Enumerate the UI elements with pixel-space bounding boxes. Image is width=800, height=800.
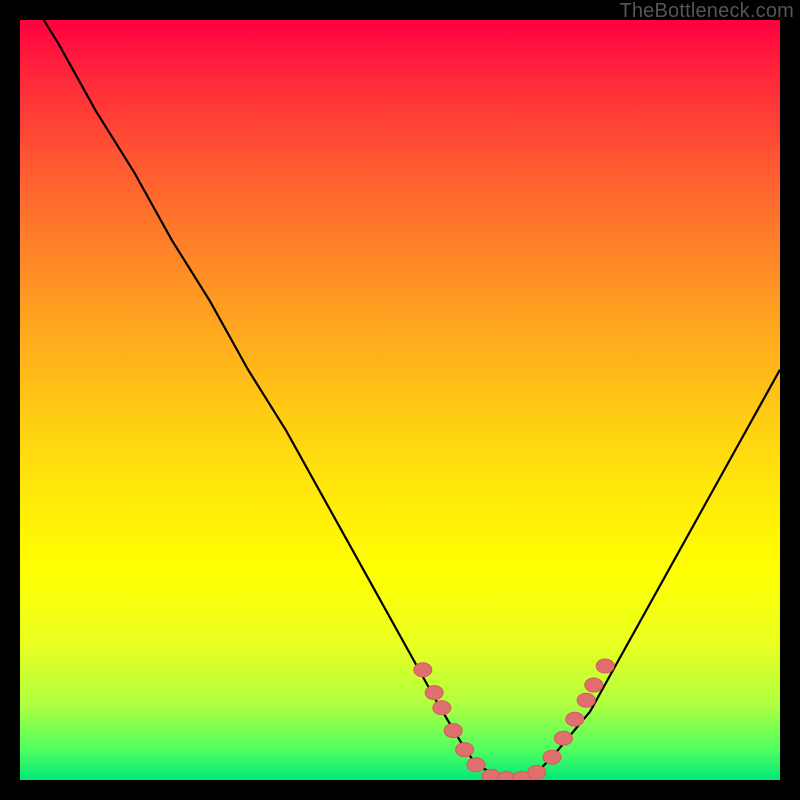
- curve-marker: [528, 765, 546, 779]
- curve-marker: [414, 663, 432, 677]
- plot-area: [20, 20, 780, 780]
- curve-markers: [414, 659, 614, 780]
- bottleneck-curve: [20, 20, 780, 780]
- curve-marker: [577, 693, 595, 707]
- curve-marker: [566, 712, 584, 726]
- curve-marker: [554, 731, 572, 745]
- curve-marker: [433, 701, 451, 715]
- curve-marker: [596, 659, 614, 673]
- curve-marker: [444, 724, 462, 738]
- curve-marker: [543, 750, 561, 764]
- curve-marker: [456, 743, 474, 757]
- curve-marker: [425, 686, 443, 700]
- curve-marker: [585, 678, 603, 692]
- curve-svg: [20, 20, 780, 780]
- curve-marker: [467, 758, 485, 772]
- chart-frame: TheBottleneck.com: [0, 0, 800, 800]
